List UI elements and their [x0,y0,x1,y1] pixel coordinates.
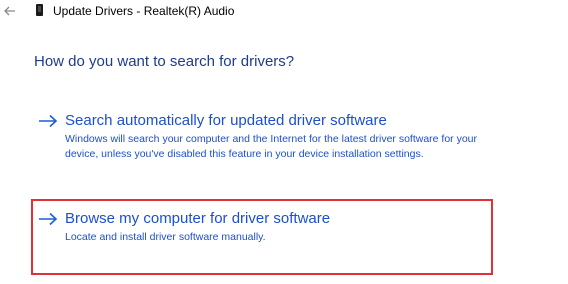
option-description: Locate and install driver software manua… [65,231,266,243]
option-title[interactable]: Search automatically for updated driver … [65,112,387,129]
arrow-right-icon [38,212,58,226]
option-description: Windows will search your computer and th… [65,133,478,160]
audio-device-icon [36,4,43,16]
option-title[interactable]: Browse my computer for driver software [65,210,330,227]
back-arrow-icon[interactable] [3,4,17,18]
window-title: Update Drivers - Realtek(R) Audio [53,4,235,18]
arrow-right-icon [38,114,58,128]
page-heading: How do you want to search for drivers? [34,53,295,70]
